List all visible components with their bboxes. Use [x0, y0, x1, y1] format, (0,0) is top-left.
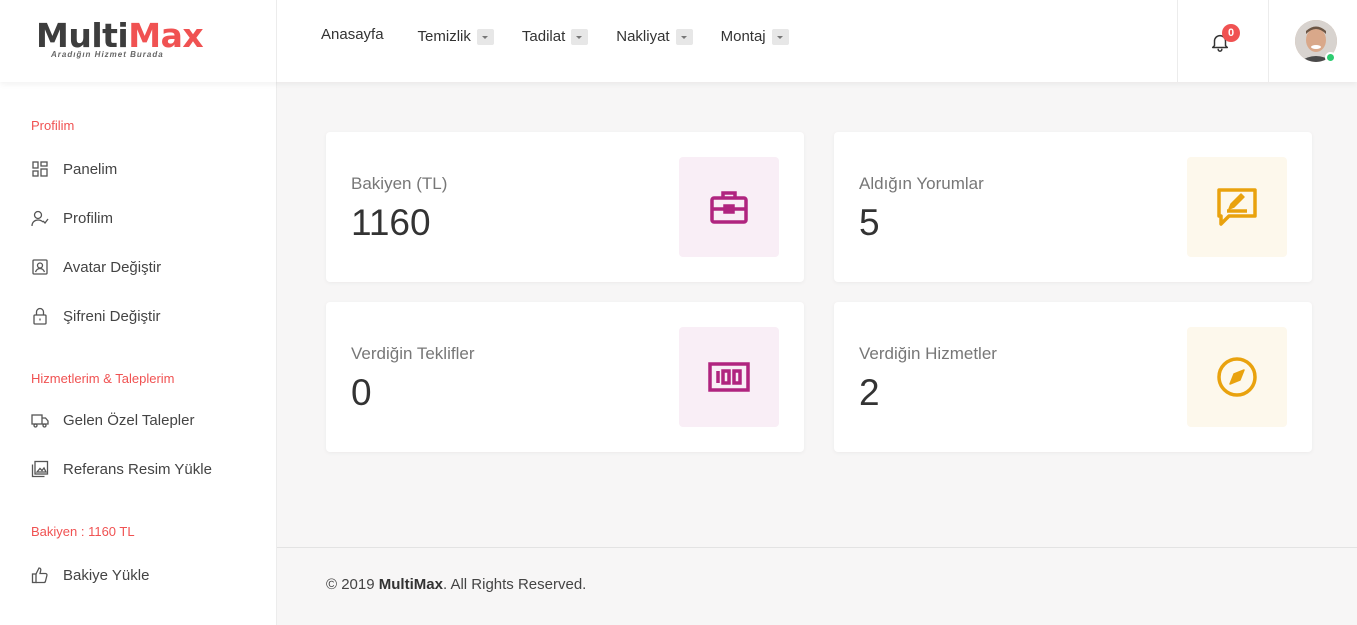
image-icon: [31, 460, 49, 478]
stat-icon-box: [1187, 157, 1287, 257]
nav-montaj[interactable]: Montaj: [721, 28, 789, 45]
sidebar-item-label: Gelen Özel Talepler: [63, 411, 195, 429]
sidebar-item-referans-resim[interactable]: Referans Resim Yükle: [31, 460, 212, 478]
main-nav: Anasayfa Temizlik Tadilat Nakliyat Monta…: [321, 26, 817, 45]
briefcase-icon: [710, 191, 748, 224]
lock-icon: [33, 307, 47, 325]
footer-copyright: © 2019 MultiMax. All Rights Reserved.: [326, 576, 586, 593]
truck-icon: [31, 414, 49, 428]
nav-label: Montaj: [720, 28, 766, 45]
stat-label: Aldığın Yorumlar: [859, 174, 984, 193]
chevron-down-icon[interactable]: [571, 28, 589, 45]
top-header: MultiMax Aradığın Hizmet Burada Anasayfa…: [0, 0, 1357, 82]
stat-label: Verdiğin Hizmetler: [859, 344, 997, 363]
sidebar-item-panelim[interactable]: Panelim: [31, 160, 117, 178]
stat-icon-box: [679, 327, 779, 427]
hundred-icon: [708, 362, 750, 392]
footer-divider: [277, 547, 1357, 548]
stat-value: 2: [859, 372, 880, 413]
nav-label: Anasayfa: [321, 26, 384, 43]
stat-value: 5: [859, 202, 880, 243]
footer-brand: MultiMax: [378, 576, 443, 593]
chevron-down-icon[interactable]: [476, 28, 494, 45]
stat-label: Bakiyen (TL): [351, 174, 448, 193]
nav-label: Tadilat: [521, 28, 566, 45]
sidebar-item-profilim[interactable]: Profilim: [31, 209, 113, 227]
sidebar-section-title: Hizmetlerim & Taleplerim: [31, 371, 175, 386]
online-status-dot: [1325, 52, 1336, 63]
sidebar-item-label: Avatar Değiştir: [63, 258, 162, 276]
sidebar-section-title: Profilim: [31, 118, 75, 133]
chevron-down-icon[interactable]: [771, 28, 789, 45]
portrait-icon: [32, 259, 48, 275]
footer-suffix: . All Rights Reserved.: [442, 576, 587, 593]
stat-card-teklifler: Verdiğin Teklifler 0: [326, 302, 804, 452]
sidebar-item-sifre[interactable]: Şifreni Değiştir: [31, 307, 161, 325]
logo-container[interactable]: MultiMax Aradığın Hizmet Burada: [0, 0, 277, 82]
nav-label: Temizlik: [417, 28, 471, 45]
notifications-button[interactable]: 0: [1177, 0, 1269, 82]
sidebar-item-bakiye-yukle[interactable]: Bakiye Yükle: [31, 566, 149, 584]
chevron-down-icon[interactable]: [675, 28, 693, 45]
stat-card-yorumlar: Aldığın Yorumlar 5: [834, 132, 1312, 282]
logo-tagline: Aradığın Hizmet Burada: [51, 50, 164, 59]
nav-label: Nakliyat: [616, 28, 670, 45]
stat-card-hizmetler: Verdiğin Hizmetler 2: [834, 302, 1312, 452]
stat-icon-box: [1187, 327, 1287, 427]
sidebar-item-label: Bakiye Yükle: [63, 566, 150, 584]
sidebar-item-label: Şifreni Değiştir: [63, 307, 161, 325]
sidebar-item-avatar[interactable]: Avatar Değiştir: [31, 258, 161, 276]
stat-icon-box: [679, 157, 779, 257]
stat-label: Verdiğin Teklifler: [351, 344, 475, 363]
user-check-icon: [31, 210, 49, 227]
dashboard-icon: [32, 161, 48, 177]
stat-value: 1160: [351, 202, 431, 243]
comment-edit-icon: [1217, 188, 1257, 226]
sidebar-item-label: Panelim: [63, 160, 118, 178]
sidebar: Profilim Panelim Profilim Avatar Değişti…: [0, 82, 277, 625]
nav-anasayfa[interactable]: Anasayfa: [321, 26, 384, 43]
nav-tadilat[interactable]: Tadilat: [521, 28, 589, 45]
thumbs-up-icon: [31, 567, 48, 584]
stat-value: 0: [351, 372, 372, 413]
nav-nakliyat[interactable]: Nakliyat: [616, 28, 693, 45]
compass-icon: [1217, 357, 1257, 397]
nav-temizlik[interactable]: Temizlik: [418, 28, 494, 45]
footer-prefix: © 2019: [326, 576, 379, 593]
sidebar-item-label: Referans Resim Yükle: [63, 460, 212, 478]
sidebar-item-ozel-talepler[interactable]: Gelen Özel Talepler: [31, 411, 194, 429]
logo[interactable]: MultiMax: [36, 18, 204, 54]
stat-card-bakiye: Bakiyen (TL) 1160: [326, 132, 804, 282]
notification-count-badge: 0: [1222, 24, 1240, 42]
sidebar-balance-title: Bakiyen : 1160 TL: [31, 524, 135, 539]
sidebar-item-label: Profilim: [63, 209, 114, 227]
